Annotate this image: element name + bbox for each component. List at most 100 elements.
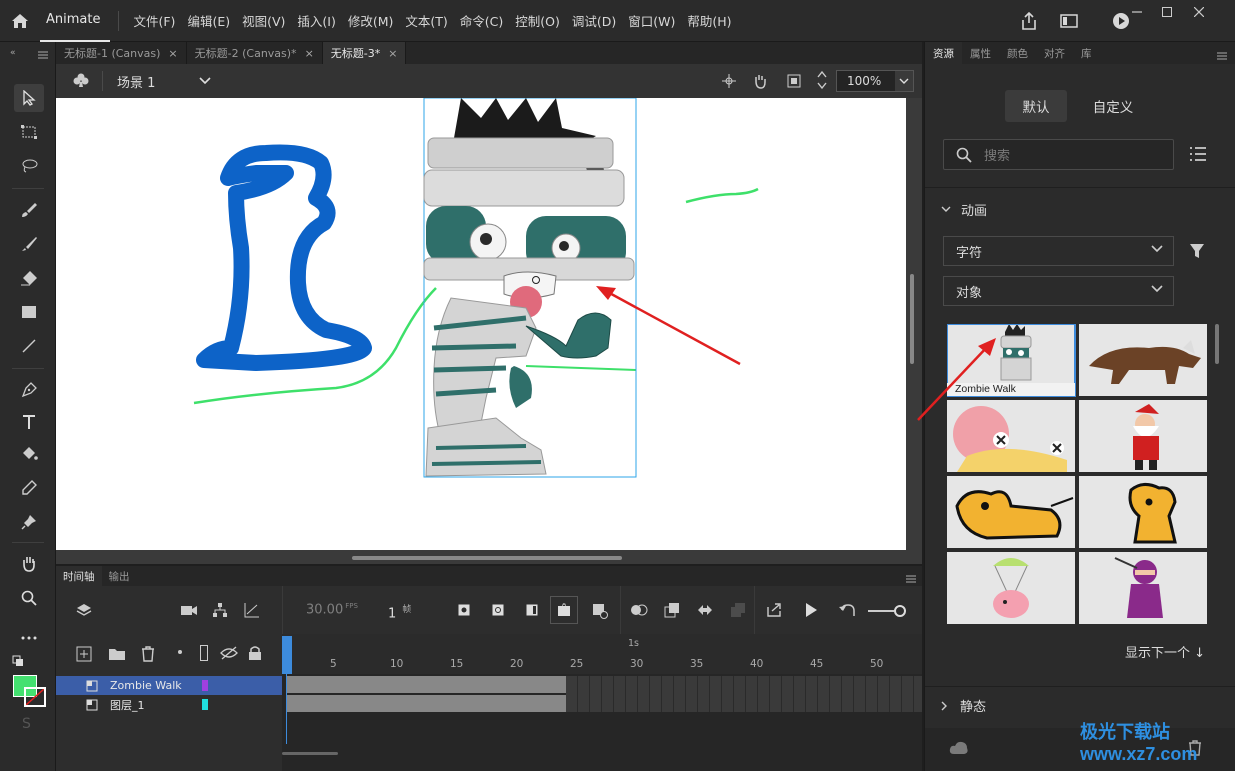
delete-layer-button[interactable] <box>140 646 156 665</box>
edit-symbols-button[interactable] <box>72 72 90 91</box>
home-button[interactable] <box>0 0 40 42</box>
default-assets-button[interactable]: 默认 <box>1005 90 1067 122</box>
close-tab-icon[interactable]: × <box>305 47 314 60</box>
menu-commands[interactable]: 命令(C) <box>454 0 509 42</box>
selection-tool[interactable] <box>14 84 44 112</box>
eraser-tool[interactable] <box>14 264 44 292</box>
doc-tab-1[interactable]: 无标题-1 (Canvas) × <box>56 42 187 64</box>
asset-search-input[interactable]: 搜索 <box>943 139 1174 170</box>
show-next-link[interactable]: 显示下一个 ↓ <box>1125 642 1205 661</box>
zoom-stepper[interactable] <box>816 69 828 94</box>
menu-insert[interactable]: 插入(I) <box>291 0 341 42</box>
stage-canvas[interactable] <box>56 98 906 550</box>
tab-assets[interactable]: 资源 <box>925 42 962 64</box>
rewind-button[interactable] <box>838 602 856 621</box>
stage-horizontal-scrollbar[interactable] <box>352 556 622 560</box>
zoom-field[interactable]: 100% <box>836 70 914 92</box>
paint-bucket-tool[interactable] <box>14 440 44 468</box>
menu-view[interactable]: 视图(V) <box>236 0 291 42</box>
outline-layers-icon[interactable] <box>200 645 208 661</box>
layer-row-zombie-walk[interactable]: Zombie Walk <box>56 676 282 695</box>
frame-span-layer-1[interactable] <box>286 695 568 712</box>
asset-grid-scrollbar[interactable] <box>1215 324 1219 364</box>
lock-layers-button[interactable] <box>248 645 262 664</box>
custom-assets-button[interactable]: 自定义 <box>1083 90 1143 122</box>
collapse-toolbar-icon[interactable]: « <box>10 48 16 58</box>
timeline-menu-icon[interactable] <box>906 572 916 586</box>
swap-colors-icon[interactable] <box>12 655 24 670</box>
tab-library[interactable]: 库 <box>1073 42 1100 64</box>
asset-dog-sitting[interactable] <box>1079 476 1207 548</box>
menu-help[interactable]: 帮助(H) <box>681 0 737 42</box>
hide-layers-button[interactable] <box>220 646 238 663</box>
lasso-tool[interactable] <box>14 152 44 180</box>
doc-tab-3[interactable]: 无标题-3* × <box>322 42 407 64</box>
share-button[interactable] <box>1011 0 1047 42</box>
create-tween-button[interactable] <box>630 603 648 620</box>
panel-menu-icon[interactable] <box>1217 49 1227 63</box>
play-button[interactable] <box>804 602 818 621</box>
new-folder-button[interactable] <box>108 647 126 664</box>
layer-row-layer-1[interactable]: 图层_1 <box>56 695 282 714</box>
doc-tab-2[interactable]: 无标题-2 (Canvas)* × <box>187 42 323 64</box>
asset-parachute-pig[interactable] <box>947 552 1075 624</box>
tab-properties[interactable]: 属性 <box>962 42 999 64</box>
empty-frames[interactable] <box>566 676 922 712</box>
playhead[interactable] <box>282 636 292 674</box>
hand-tool[interactable] <box>14 550 44 578</box>
frame-readout[interactable]: 1帧 <box>388 602 411 621</box>
blank-keyframe-button[interactable] <box>492 604 504 619</box>
menu-edit[interactable]: 编辑(E) <box>181 0 236 42</box>
menu-debug[interactable]: 调试(D) <box>566 0 622 42</box>
text-tool[interactable] <box>14 408 44 436</box>
eyedropper-tool[interactable] <box>14 474 44 502</box>
keyframe-button[interactable] <box>458 604 470 619</box>
swap-button[interactable] <box>696 602 714 621</box>
category-dropdown-object[interactable]: 对象 <box>943 276 1174 306</box>
fps-readout[interactable]: 30.00 FPS <box>306 602 358 617</box>
list-view-button[interactable] <box>1189 146 1207 165</box>
free-transform-tool[interactable] <box>14 118 44 146</box>
section-animation-header[interactable]: 动画 <box>941 200 987 219</box>
more-tools-button[interactable] <box>14 624 44 652</box>
clip-content-button[interactable] <box>786 73 802 92</box>
close-tab-icon[interactable]: × <box>168 47 177 60</box>
frame-size-slider-thumb[interactable] <box>894 605 906 617</box>
paint-brush-tool[interactable] <box>14 230 44 258</box>
zoom-tool[interactable] <box>14 584 44 612</box>
menu-control[interactable]: 控制(O) <box>509 0 566 42</box>
toolbar-menu-icon[interactable] <box>38 48 48 62</box>
camera-button[interactable] <box>180 603 198 620</box>
close-window-button[interactable] <box>1184 2 1214 22</box>
layers-button[interactable] <box>76 602 92 621</box>
minimize-button[interactable] <box>1122 2 1152 22</box>
brush-tool[interactable] <box>14 196 44 224</box>
frame-size-slider-track[interactable] <box>868 610 894 612</box>
section-static-header[interactable]: 静态 <box>941 696 986 715</box>
zoom-dropdown[interactable] <box>895 71 913 91</box>
menu-file[interactable]: 文件(F) <box>127 0 181 42</box>
timeline-scrollbar[interactable] <box>282 752 338 755</box>
onion-skin-button[interactable] <box>592 603 608 622</box>
layer-color-swatch[interactable] <box>202 699 208 710</box>
layer-color-swatch[interactable] <box>202 680 208 691</box>
tab-align[interactable]: 对齐 <box>1036 42 1073 64</box>
asset-santa[interactable] <box>1079 400 1207 472</box>
scene-dropdown[interactable] <box>199 74 211 88</box>
graph-button[interactable] <box>244 602 260 621</box>
pen-tool[interactable] <box>14 376 44 404</box>
asset-ninja[interactable] <box>1079 552 1207 624</box>
loop-button[interactable] <box>766 602 784 621</box>
tab-color[interactable]: 颜色 <box>999 42 1036 64</box>
layer-parenting-button[interactable] <box>212 602 228 621</box>
asset-werewolf[interactable] <box>1079 324 1207 396</box>
insert-frames-button[interactable] <box>664 602 680 621</box>
rotate-stage-button[interactable] <box>752 73 768 92</box>
pin-tool[interactable] <box>14 508 44 536</box>
center-stage-button[interactable] <box>722 74 736 91</box>
tab-timeline[interactable]: 时间轴 <box>56 566 102 586</box>
import-asset-button[interactable] <box>949 740 969 759</box>
maximize-button[interactable] <box>1152 2 1182 22</box>
frame-ruler[interactable] <box>282 634 922 674</box>
new-layer-button[interactable] <box>76 646 92 665</box>
